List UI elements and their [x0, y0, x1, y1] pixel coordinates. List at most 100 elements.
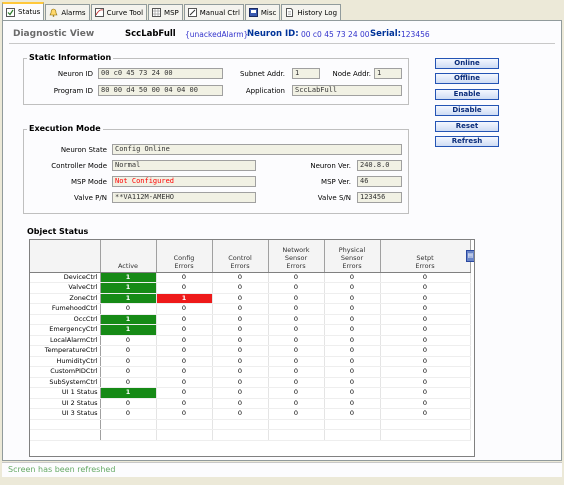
- status-cell: 1: [100, 314, 157, 325]
- status-cell: 0: [268, 366, 325, 378]
- status-cell: 0: [380, 293, 471, 304]
- object-status-grid[interactable]: Active Config Errors Control Errors Network…: [29, 239, 475, 457]
- status-cell: 0: [156, 324, 213, 336]
- device-name: SccLabFull: [125, 29, 176, 39]
- neuron-ver-field: 240.8.0: [357, 160, 402, 171]
- tab-curve-tool[interactable]: Curve Tool: [90, 4, 148, 20]
- tab-status[interactable]: Status: [2, 2, 45, 20]
- bell-icon: [49, 8, 58, 17]
- column-header[interactable]: Control Errors: [212, 240, 269, 273]
- online-button[interactable]: Online: [435, 58, 499, 69]
- status-cell: 0: [380, 324, 471, 336]
- status-cell: 0: [100, 398, 157, 409]
- reset-button[interactable]: Reset: [435, 121, 499, 132]
- status-cell: 0: [156, 387, 213, 399]
- serial-label: Serial:: [370, 29, 402, 39]
- status-cell: 0: [100, 335, 157, 346]
- status-cell: 0: [212, 282, 269, 294]
- application-label: Application: [245, 87, 285, 95]
- empty-cell: [156, 419, 213, 430]
- status-cell: 0: [100, 408, 157, 420]
- column-header[interactable]: Config Errors: [156, 240, 213, 273]
- status-cell: 0: [156, 314, 213, 325]
- static-information-group: Static Information Neuron ID 00 c0 45 73…: [23, 53, 409, 105]
- status-cell: 0: [324, 324, 381, 336]
- status-cell: 0: [268, 377, 325, 388]
- status-cell: 0: [324, 398, 381, 409]
- table-row[interactable]: DeviceCtrl 1 0 0 0 0 0: [30, 272, 471, 283]
- tab-misc[interactable]: Misc: [244, 4, 281, 20]
- msp-ver-label: MSP Ver.: [321, 178, 351, 186]
- msp-mode-field: Not Configured: [112, 176, 256, 187]
- neuron-id-field-label: Neuron ID: [57, 70, 93, 78]
- offline-button[interactable]: Offline: [435, 73, 499, 84]
- status-cell: 0: [156, 345, 213, 357]
- serial-value: 123456: [401, 29, 430, 39]
- valve-pn-label: Valve P/N: [74, 194, 107, 202]
- tab-label: Status: [18, 8, 41, 16]
- tab-bar: Status Alarms Curve Tool MSP Manual Ctrl…: [2, 2, 342, 20]
- column-chooser-icon[interactable]: ▤: [466, 250, 474, 262]
- status-cell: 0: [268, 345, 325, 357]
- empty-row: [30, 429, 471, 441]
- disable-button[interactable]: Disable: [435, 105, 499, 116]
- column-header[interactable]: Physical Sensor Errors: [324, 240, 381, 273]
- node-addr-label: Node Addr.: [332, 70, 371, 78]
- valve-sn-label: Valve S/N: [317, 194, 351, 202]
- status-cell: 0: [212, 398, 269, 409]
- status-cell: 0: [268, 282, 325, 294]
- status-cell: 0: [156, 282, 213, 294]
- tab-msp[interactable]: MSP: [148, 4, 183, 20]
- row-label: ValveCtrl: [30, 282, 101, 294]
- tab-manual-ctrl[interactable]: Manual Ctrl: [183, 4, 244, 20]
- controller-mode-field: Normal: [112, 160, 256, 171]
- column-header[interactable]: Setpt Errors: [380, 240, 471, 273]
- status-cell: 0: [380, 377, 471, 388]
- enable-button[interactable]: Enable: [435, 89, 499, 100]
- neuron-id-label: Neuron ID:: [247, 29, 299, 39]
- status-cell: 0: [380, 282, 471, 294]
- page-title: Diagnostic View: [13, 29, 95, 39]
- tab-alarms[interactable]: Alarms: [45, 4, 90, 20]
- table-row[interactable]: HumidityCtrl 0 0 0 0 0 0: [30, 356, 471, 367]
- row-label: UI 3 Status: [30, 408, 101, 420]
- status-cell: 0: [268, 408, 325, 420]
- empty-cell: [212, 419, 269, 430]
- table-row[interactable]: OccCtrl 1 0 0 0 0 0: [30, 314, 471, 325]
- status-cell: 0: [380, 272, 471, 283]
- column-header[interactable]: Active: [100, 240, 157, 273]
- row-label: CustomPIDCtrl: [30, 366, 101, 378]
- status-cell: 1: [100, 282, 157, 294]
- neuron-state-label: Neuron State: [60, 146, 107, 154]
- refresh-button[interactable]: Refresh: [435, 136, 499, 147]
- status-cell: 0: [212, 356, 269, 367]
- tab-label: MSP: [164, 8, 179, 17]
- table-row[interactable]: ValveCtrl 1 0 0 0 0 0: [30, 282, 471, 294]
- column-header[interactable]: Network Sensor Errors: [268, 240, 325, 273]
- table-row[interactable]: UI 3 Status 0 0 0 0 0 0: [30, 408, 471, 420]
- status-cell: 0: [380, 335, 471, 346]
- status-cell: 0: [324, 366, 381, 378]
- status-cell: 0: [100, 377, 157, 388]
- table-row[interactable]: FumehoodCtrl 0 0 0 0 0 0: [30, 303, 471, 315]
- tab-label: Alarms: [61, 8, 86, 17]
- curve-icon: [94, 8, 104, 17]
- group-title: Static Information: [27, 53, 114, 62]
- valve-sn-field: 123456: [357, 192, 402, 203]
- status-cell: 0: [324, 272, 381, 283]
- table-row[interactable]: LocalAlarmCtrl 0 0 0 0 0 0: [30, 335, 471, 346]
- table-row[interactable]: UI 1 Status 1 0 0 0 0 0: [30, 387, 471, 399]
- status-cell: 0: [324, 356, 381, 367]
- neuron-id-field: 00 c0 45 73 24 00: [98, 68, 223, 79]
- tab-history-log[interactable]: History Log: [281, 4, 342, 20]
- table-row[interactable]: UI 2 Status 0 0 0 0 0 0: [30, 398, 471, 409]
- table-row[interactable]: ZoneCtrl 1 1 0 0 0 0: [30, 293, 471, 304]
- status-cell: 0: [100, 366, 157, 378]
- table-row[interactable]: SubSystemCtrl 0 0 0 0 0 0: [30, 377, 471, 388]
- status-cell: 0: [380, 356, 471, 367]
- table-row[interactable]: TemperatureCtrl 0 0 0 0 0 0: [30, 345, 471, 357]
- program-id-field: 80 00 d4 50 00 04 04 00: [98, 85, 223, 96]
- table-row[interactable]: CustomPIDCtrl 0 0 0 0 0 0: [30, 366, 471, 378]
- table-row[interactable]: EmergencyCtrl 1 0 0 0 0 0: [30, 324, 471, 336]
- status-cell: 0: [212, 408, 269, 420]
